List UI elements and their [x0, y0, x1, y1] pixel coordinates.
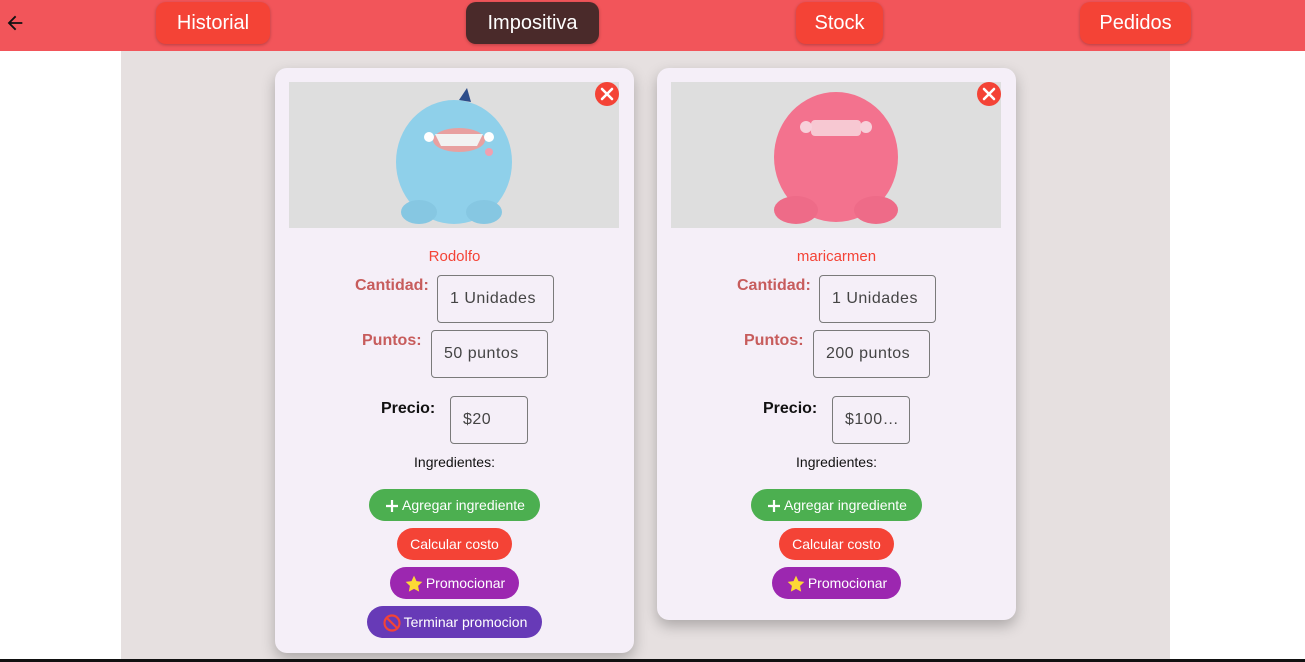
remove-product-button[interactable] — [977, 82, 1001, 106]
top-app-bar: Historial Impositiva Stock Pedidos — [0, 0, 1305, 51]
close-icon — [600, 87, 614, 101]
puntos-field[interactable]: 200 puntos — [813, 330, 930, 378]
puntos-label: Puntos: — [744, 332, 804, 349]
tab-impositiva[interactable]: Impositiva — [466, 2, 599, 44]
back-arrow-icon[interactable] — [4, 12, 26, 34]
cantidad-field[interactable]: 1 Unidades — [437, 275, 554, 323]
plus-icon — [386, 500, 398, 513]
cantidad-label: Cantidad: — [355, 277, 429, 294]
remove-product-button[interactable] — [595, 82, 619, 106]
puntos-field[interactable]: 50 puntos — [431, 330, 548, 378]
promote-label: Promocionar — [807, 575, 888, 591]
promote-button[interactable]: Promocionar — [772, 567, 901, 599]
ingredientes-label: Ingredientes: — [414, 454, 495, 470]
precio-field[interactable]: $20 — [450, 396, 528, 444]
tab-stock[interactable]: Stock — [796, 2, 883, 44]
product-name: maricarmen — [796, 248, 877, 265]
product-name: Rodolfo — [428, 248, 481, 265]
puntos-label: Puntos: — [362, 332, 422, 349]
product-photo — [671, 82, 1001, 228]
product-photo — [289, 82, 619, 228]
precio-label: Precio: — [763, 400, 818, 417]
end-promotion-button[interactable]: Terminar promocion — [367, 606, 542, 638]
product-card: Rodolfo Cantidad: 1 Unidades Puntos: 50 … — [275, 68, 634, 653]
end-promotion-label: Terminar promocion — [403, 614, 528, 630]
promote-label: Promocionar — [425, 575, 506, 591]
calc-cost-button[interactable]: Calcular costo — [397, 528, 512, 560]
tab-historial[interactable]: Historial — [156, 2, 270, 44]
add-ingredient-label: Agregar ingrediente — [402, 497, 525, 513]
tab-pedidos[interactable]: Pedidos — [1080, 2, 1191, 44]
calc-cost-button[interactable]: Calcular costo — [779, 528, 894, 560]
precio-label: Precio: — [381, 400, 436, 417]
add-ingredient-button[interactable]: Agregar ingrediente — [751, 489, 922, 521]
precio-field[interactable]: $100… — [832, 396, 910, 444]
add-ingredient-button[interactable]: Agregar ingrediente — [369, 489, 540, 521]
close-icon — [982, 87, 996, 101]
plush-image — [671, 82, 1001, 228]
prohibited-icon — [383, 614, 401, 632]
add-ingredient-label: Agregar ingrediente — [784, 497, 907, 513]
cantidad-label: Cantidad: — [737, 277, 811, 294]
cantidad-field[interactable]: 1 Unidades — [819, 275, 936, 323]
plus-icon — [768, 500, 780, 513]
ingredientes-label: Ingredientes: — [796, 454, 877, 470]
star-icon — [787, 575, 805, 592]
plush-image — [289, 82, 619, 228]
product-card: maricarmen Cantidad: 1 Unidades Puntos: … — [657, 68, 1016, 620]
promote-button[interactable]: Promocionar — [390, 567, 519, 599]
star-icon — [405, 575, 423, 592]
